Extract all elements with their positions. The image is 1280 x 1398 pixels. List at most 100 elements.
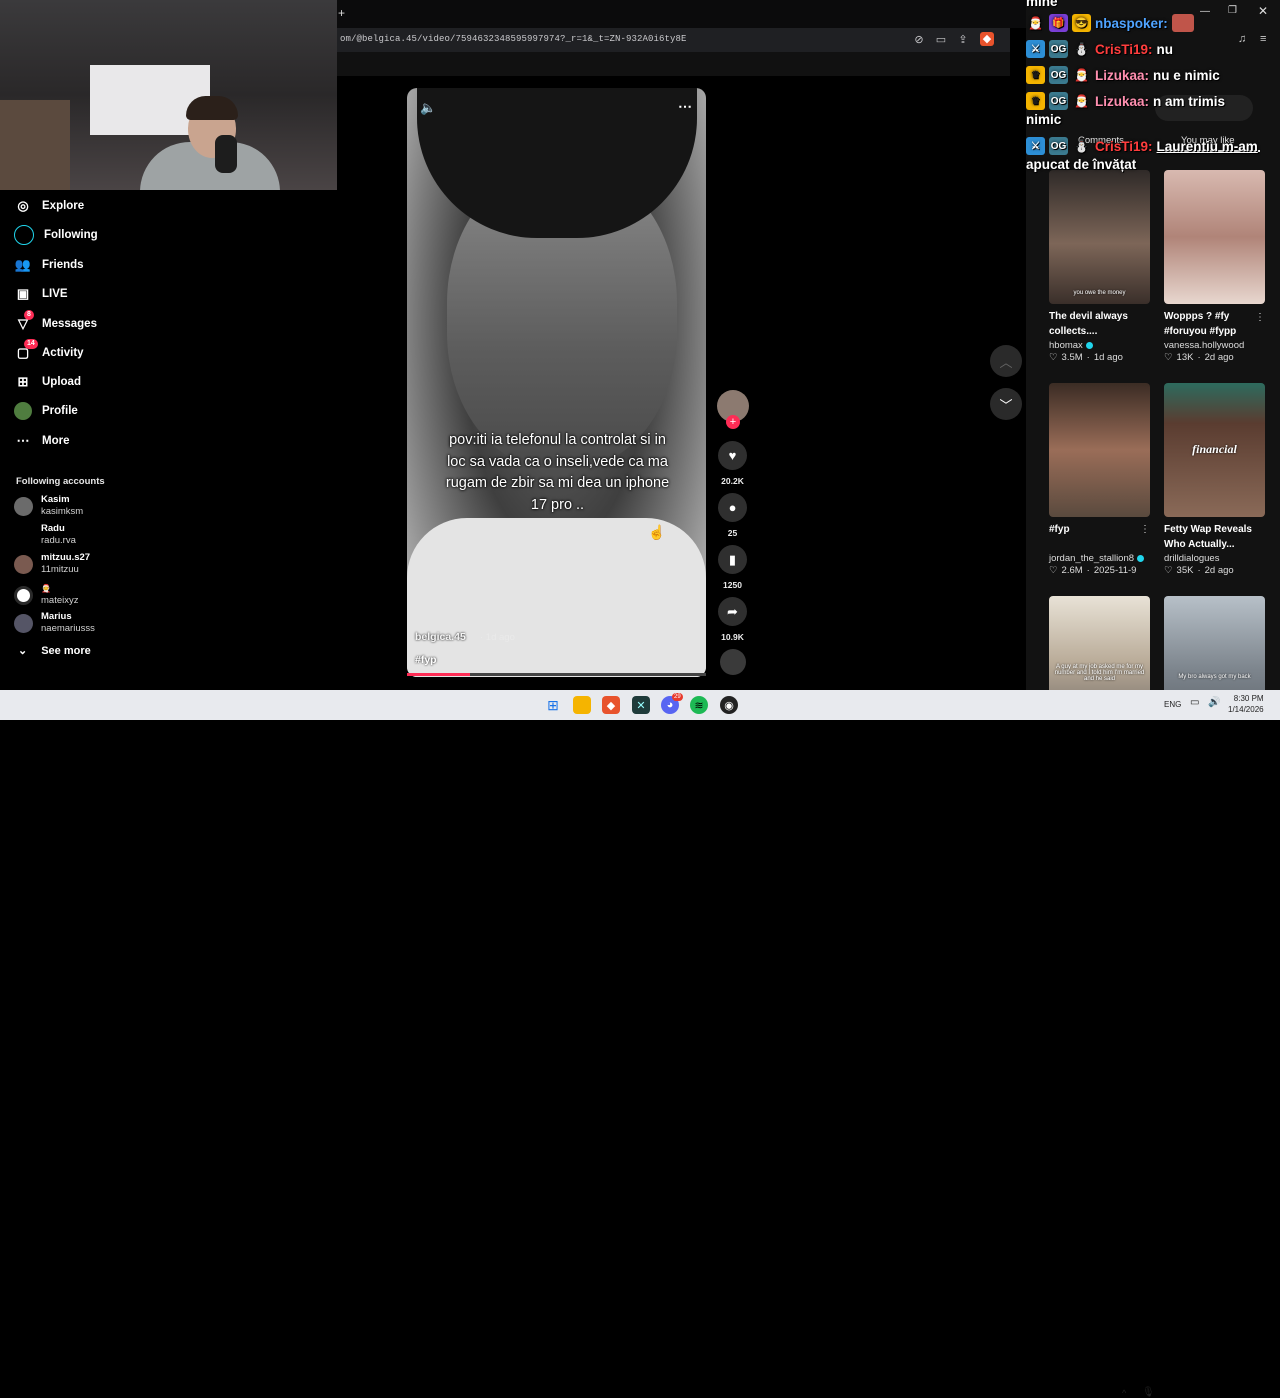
card-age: 2d ago <box>1204 565 1234 576</box>
previous-video-button[interactable]: ︿ <box>990 345 1022 377</box>
video-progress-fill <box>407 673 470 676</box>
obs-icon[interactable]: ◉ <box>720 696 738 714</box>
tray-chevron-up-icon[interactable]: ^ <box>1122 1388 1126 1398</box>
elf-badge-icon: ⛄ <box>1074 139 1089 153</box>
profile-icon <box>14 402 32 420</box>
sidebar-item-following[interactable]: Following <box>14 224 98 246</box>
heart-outline-icon: ♡ <box>1164 352 1173 363</box>
chat-username: nbaspoker: <box>1095 15 1168 31</box>
cast-icon[interactable]: ▭ <box>934 33 948 47</box>
card-title: Woppps ? #fy #foruyou #fypp <box>1164 311 1237 337</box>
brave-browser-icon[interactable]: ◆ <box>602 696 620 714</box>
share-button[interactable]: ➦ <box>718 597 747 626</box>
url-text[interactable]: om/@belgica.45/video/7594632348595997974… <box>340 34 687 44</box>
upload-icon: ⊞ <box>17 374 29 389</box>
following-account[interactable]: Kasim kasimksm <box>14 493 83 519</box>
suggested-video-card[interactable]: My bro always got my back <box>1164 596 1265 690</box>
video-player[interactable] <box>407 88 706 677</box>
following-account[interactable]: mitzuu.s27 11mitzuu <box>14 551 90 577</box>
video-hashtag[interactable]: #fyp <box>415 654 437 666</box>
chat-text: mine <box>1026 0 1058 9</box>
comment-button[interactable]: ● <box>718 493 747 522</box>
avatar <box>14 613 33 633</box>
following-account[interactable]: Marius naemariusss <box>14 610 95 636</box>
sidebar-item-messages[interactable]: ▽ 8 Messages <box>14 310 97 335</box>
sound-disc-icon[interactable] <box>720 649 746 675</box>
volume-tray-icon[interactable]: 🔊 <box>1208 697 1220 708</box>
media-icon[interactable]: ♫ <box>1238 33 1246 45</box>
windows-taskbar: ⊞ ◆ ✕ ◕ 29 ≋ ◉ ^ 🎙 <box>0 690 1280 1398</box>
card-likes: 13K <box>1176 352 1194 363</box>
suggested-video-card[interactable]: financial Fetty Wap Reveals Who Actually… <box>1164 383 1265 576</box>
account-username: kasimksm <box>41 506 84 517</box>
sidebar-item-activity[interactable]: ▢ 14 Activity <box>14 339 84 364</box>
language-indicator[interactable]: ENG <box>1164 700 1181 709</box>
suggested-video-card[interactable]: A guy at my job asked me for my number a… <box>1049 596 1150 690</box>
chat-message: ♛ OG 🎅 Lizukaa: n am trimis <box>1026 92 1225 110</box>
suggested-video-card[interactable]: #fyp jordan_the_stallion8 ♡ 2.6M · 2025-11-… <box>1049 383 1150 576</box>
sidebar-item-explore[interactable]: ◎ Explore <box>14 195 84 217</box>
suggested-video-card[interactable]: you owe the money The devil always colle… <box>1049 170 1150 363</box>
chat-message-continuation: apucat de învățat <box>1026 157 1136 172</box>
card-separator: · <box>1086 352 1090 363</box>
chat-message: ⚔ OG ⛄ CrisTi19: nu <box>1026 40 1173 58</box>
avatar <box>14 496 33 516</box>
terminal-icon[interactable]: ✕ <box>632 696 650 714</box>
volume-icon[interactable]: 🔈 <box>420 100 436 116</box>
sidebar-item-more[interactable]: ⋯ More <box>14 430 70 452</box>
verified-badge-icon <box>1137 555 1145 562</box>
see-more-button[interactable]: ⌄ See more <box>18 644 91 658</box>
video-more-options-icon[interactable]: ⋯ <box>678 98 692 115</box>
mic-icon[interactable]: 🎙 <box>1142 1387 1155 1398</box>
sword-badge-icon: ⚔ <box>1026 137 1045 155</box>
heart-outline-icon: ♡ <box>1164 565 1173 576</box>
card-menu-icon[interactable]: ⋮ <box>1140 524 1150 535</box>
webcam-hair <box>186 96 238 120</box>
follow-plus-icon[interactable]: + <box>726 415 740 429</box>
translate-icon[interactable]: ⊘ <box>912 33 926 47</box>
sidebar-item-label: Explore <box>42 200 85 212</box>
sidebar-item-label: LIVE <box>42 288 68 300</box>
sidebar-item-profile[interactable]: Profile <box>14 400 78 422</box>
thumbnail-caption: financial <box>1192 442 1237 456</box>
menu-icon[interactable]: ≡ <box>1260 33 1266 45</box>
card-menu-icon[interactable]: ⋮ <box>1255 312 1265 323</box>
clock[interactable]: 8:30 PM 1/14/2026 <box>1228 693 1264 715</box>
file-explorer-icon[interactable] <box>573 696 591 714</box>
network-icon[interactable]: ▭ <box>1190 697 1199 708</box>
og-badge-icon: OG <box>1049 137 1068 155</box>
card-age: 2025-11-9 <box>1093 565 1137 576</box>
like-button[interactable]: ♥ <box>718 441 747 470</box>
new-tab-button[interactable]: + <box>338 6 345 20</box>
card-likes: 35K <box>1176 565 1194 576</box>
video-timestamp: · 1d ago <box>480 632 515 643</box>
mouse-cursor-icon: ☝ <box>648 524 666 540</box>
next-video-button[interactable]: ﹀ <box>990 388 1022 420</box>
sidebar-item-label: Following <box>44 229 98 241</box>
save-button[interactable]: ▮ <box>718 545 747 574</box>
video-author[interactable]: belgica.45 <box>415 631 466 643</box>
sidebar-item-friends[interactable]: 👥 Friends <box>14 254 84 276</box>
share-icon[interactable]: ⇪ <box>956 33 970 47</box>
video-thumbnail <box>1164 170 1265 304</box>
card-separator: · <box>1197 352 1201 363</box>
spotify-icon[interactable]: ≋ <box>690 696 708 714</box>
minimize-icon[interactable]: — <box>1200 6 1210 17</box>
sidebar-item-label: More <box>42 435 70 447</box>
card-title: The devil always collects.... <box>1049 311 1128 337</box>
close-icon[interactable]: ✕ <box>1258 4 1268 18</box>
sidebar-item-live[interactable]: ▣ LIVE <box>14 283 68 305</box>
chat-message: ⚔ OG ⛄ CrisTi19: Laurentiu m-am <box>1026 137 1258 155</box>
sidebar-item-upload[interactable]: ⊞ Upload <box>14 371 81 393</box>
windows-start-icon[interactable]: ⊞ <box>544 696 562 714</box>
comment-count: 25 <box>727 528 738 538</box>
video-progress-bar[interactable] <box>407 673 706 676</box>
video-thumbnail: financial <box>1164 383 1265 517</box>
restore-icon[interactable]: ❐ <box>1228 5 1237 16</box>
following-account[interactable]: Radu radu.rva <box>14 522 76 548</box>
suggested-video-card[interactable]: Woppps ? #fy #foruyou #fypp vanessa.holl… <box>1164 170 1265 363</box>
chat-text: nimic <box>1026 112 1062 127</box>
sword-badge-icon: ⚔ <box>1026 40 1045 58</box>
brave-shields-icon[interactable]: ◆ <box>980 32 994 46</box>
following-account[interactable]: 🧑‍🎄 mateixyz <box>14 582 78 608</box>
